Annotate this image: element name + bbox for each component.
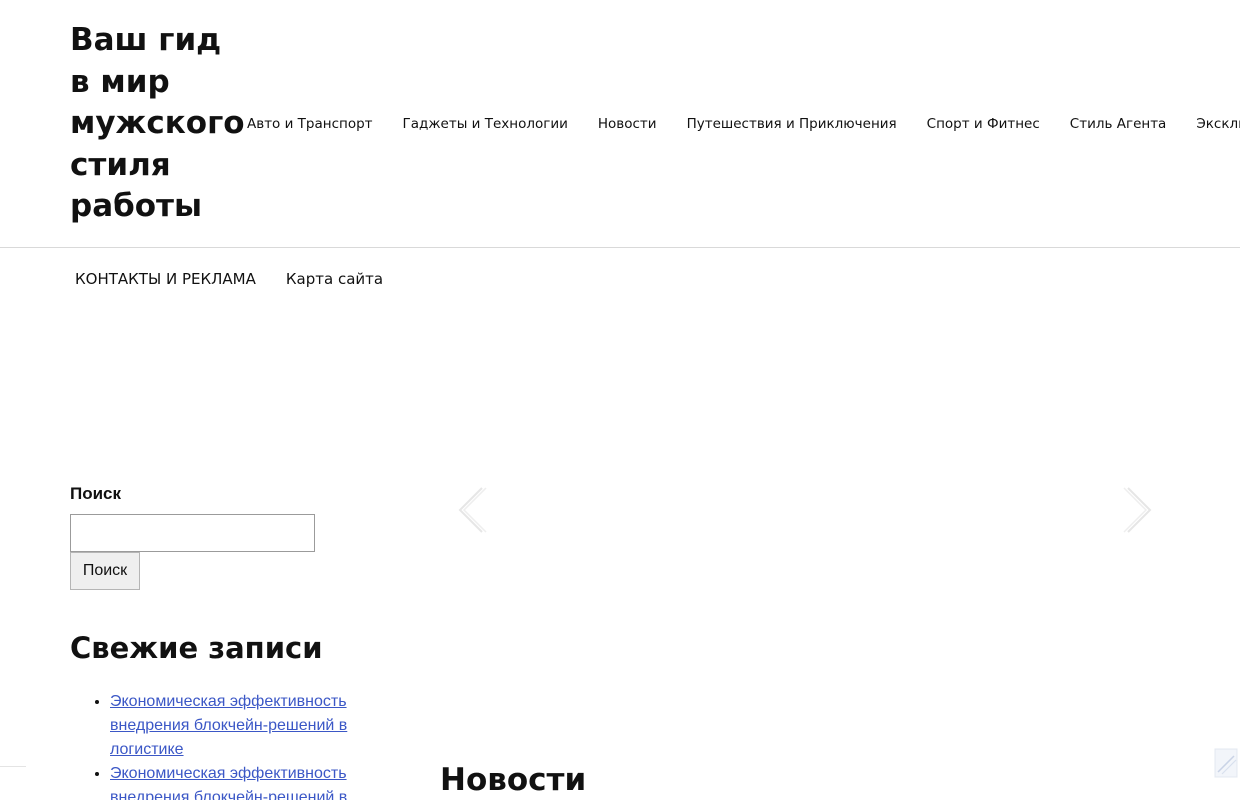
page: Ваш гид в мир мужского стиля работы Авто…	[0, 0, 1240, 800]
nav-item-contacts[interactable]: КОНТАКТЫ И РЕКЛАМА	[75, 268, 256, 290]
search-input[interactable]	[70, 514, 315, 552]
recent-posts-list: Экономическая эффективность внедрения бл…	[70, 690, 370, 800]
nav-item-sport[interactable]: Спорт и Фитнес	[927, 114, 1040, 136]
nav-item-auto[interactable]: Авто и Транспорт	[247, 114, 373, 136]
slider-next-button[interactable]	[1120, 485, 1154, 535]
nav-item-sitemap[interactable]: Карта сайта	[286, 268, 383, 290]
list-item: Экономическая эффективность внедрения бл…	[110, 762, 370, 800]
list-item: Экономическая эффективность внедрения бл…	[110, 690, 370, 762]
scroll-to-top-button[interactable]	[1214, 748, 1238, 778]
search-button[interactable]: Поиск	[70, 552, 140, 590]
nav-item-travel[interactable]: Путешествия и Приключения	[687, 114, 897, 136]
nav-item-exclusive[interactable]: Эксклюзив	[1196, 114, 1240, 136]
divider	[0, 766, 26, 767]
news-heading: Новости	[440, 762, 587, 798]
primary-nav: Авто и Транспорт Гаджеты и Технологии Но…	[247, 114, 1240, 136]
chevron-left-icon	[458, 487, 487, 533]
site-title[interactable]: Ваш гид в мир мужского стиля работы	[70, 20, 245, 228]
nav-item-news[interactable]: Новости	[598, 114, 657, 136]
slider-prev-button[interactable]	[456, 485, 490, 535]
recent-post-link[interactable]: Экономическая эффективность внедрения бл…	[110, 693, 347, 758]
pen-icon	[1214, 748, 1238, 778]
recent-post-link[interactable]: Экономическая эффективность внедрения бл…	[110, 765, 347, 800]
site-header: Ваш гид в мир мужского стиля работы Авто…	[0, 0, 1240, 248]
nav-item-agent-style[interactable]: Стиль Агента	[1070, 114, 1167, 136]
nav-item-gadgets[interactable]: Гаджеты и Технологии	[403, 114, 568, 136]
slider	[440, 440, 1170, 590]
search-heading: Поиск	[70, 484, 122, 503]
chevron-right-icon	[1123, 487, 1152, 533]
recent-posts-heading: Свежие записи	[70, 631, 323, 665]
secondary-nav: КОНТАКТЫ И РЕКЛАМА Карта сайта	[75, 268, 413, 290]
